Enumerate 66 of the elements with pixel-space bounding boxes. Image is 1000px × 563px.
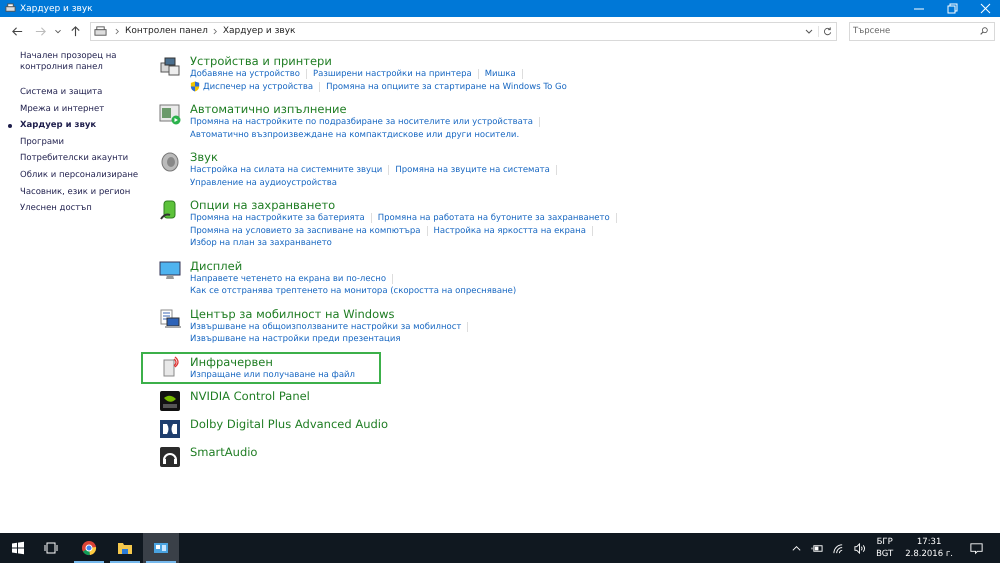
link[interactable]: Добавяне на устройство (190, 68, 300, 80)
up-button[interactable] (69, 24, 82, 38)
link[interactable]: Промяна на настройките за батерията (190, 212, 365, 224)
clock[interactable]: 17:31 2.8.2016 г. (905, 536, 953, 560)
category-link[interactable]: Dolby Digital Plus Advanced Audio (190, 417, 388, 431)
sidebar-item[interactable]: Хардуер и звук (8, 120, 141, 132)
speaker-icon[interactable] (853, 542, 866, 554)
taskbar-app[interactable] (143, 533, 179, 563)
link[interactable]: Избор на план за захранването (190, 237, 332, 250)
link[interactable]: Извършване на общоизползваните настройки за мобилност (190, 320, 462, 333)
sidebar-item[interactable]: Мрежа и интернет (8, 104, 141, 115)
headphones-icon[interactable] (158, 445, 182, 469)
category-link[interactable]: Център за мобилност на Windows (190, 306, 395, 320)
breadcrumb[interactable]: Хардуер и звук (222, 26, 296, 36)
category-link[interactable]: SmartAudio (190, 445, 258, 459)
window-title: Хардуер и звук (20, 4, 94, 14)
link[interactable]: Мишка (484, 68, 516, 80)
monitor-play-icon[interactable] (158, 102, 182, 126)
link[interactable]: Промяна на работата на бутоните за захранването (378, 212, 610, 224)
category-link[interactable]: NVIDIA Control Panel (190, 389, 310, 403)
link[interactable]: Направете четенето на екрана ви по-лесно (190, 272, 386, 285)
link[interactable]: Автоматично възпроизвеждане на компактдискове или други носители. (190, 128, 520, 141)
link[interactable]: Настройка на яркостта на екрана (434, 224, 586, 237)
sidebar-item[interactable]: Система и защита (8, 87, 141, 98)
link[interactable]: Изпращане или получаване на файл (190, 368, 355, 381)
link[interactable]: Управление на аудиоустройства (190, 176, 337, 189)
windows-start-button[interactable] (11, 541, 25, 555)
search-icon (979, 26, 989, 36)
category-link[interactable]: Дисплей (190, 258, 242, 272)
search-field[interactable]: Търсене (849, 22, 995, 40)
laptop-checklist-icon[interactable] (158, 306, 182, 330)
chrome-icon (81, 540, 97, 556)
address-bar[interactable]: Контролен панел Хардуер и звук (90, 22, 837, 40)
link[interactable]: Диспечер на устройства (203, 80, 314, 93)
notifications-icon[interactable] (969, 540, 984, 556)
sidebar-item[interactable]: Часовник, език и регион (8, 186, 141, 198)
sidebar-item[interactable]: Облик и персонализиране (8, 170, 141, 181)
sidebar-item[interactable]: Потребителски акаунти (8, 153, 141, 164)
link[interactable]: Как се отстранява трептенето на монитора (скоростта на опресняване) (190, 285, 516, 298)
link[interactable]: Извършване на настройки преди презентация (190, 333, 400, 346)
eye-logo-icon[interactable] (158, 389, 182, 413)
link[interactable]: Промяна на настройките по подразбиране за носителите или устройствата (190, 116, 533, 128)
battery-icon[interactable] (811, 542, 824, 554)
link[interactable]: Промяна на условието за заспиване на компютъра (190, 224, 421, 237)
category-link[interactable]: Опции на захранването (190, 198, 336, 212)
category-link[interactable]: Инфрачервен (190, 354, 273, 368)
chevron-icon (115, 28, 120, 34)
sidebar-item[interactable]: Програми (8, 136, 141, 148)
sidebar-item[interactable]: Начален прозорец на контролния панел (8, 51, 130, 73)
link[interactable]: Настройка на силата на системните звуци (190, 164, 382, 176)
language-indicator[interactable]: БГР BGT (876, 536, 894, 560)
breadcrumb[interactable]: Контролен панел (125, 26, 208, 36)
link[interactable]: Разширени настройки на принтера (312, 68, 472, 80)
sidebar-item[interactable]: Улеснен достъп (8, 203, 141, 214)
link[interactable]: Промяна на опциите за стартиране на Windows To Go (326, 80, 567, 93)
shield-icon (190, 81, 200, 92)
control-panel-icon (153, 540, 169, 556)
category-link[interactable]: Устройства и принтери (190, 54, 332, 68)
task-view-button[interactable] (43, 541, 59, 555)
category-link[interactable]: Звук (190, 150, 218, 164)
link[interactable]: Промяна на звуците на системата (395, 164, 550, 176)
chevron-icon (212, 28, 218, 34)
category-link[interactable]: Автоматично изпълнение (190, 102, 347, 116)
back-button[interactable] (11, 24, 24, 38)
folder-icon (117, 540, 133, 556)
dolby-logo-icon[interactable] (158, 417, 182, 441)
